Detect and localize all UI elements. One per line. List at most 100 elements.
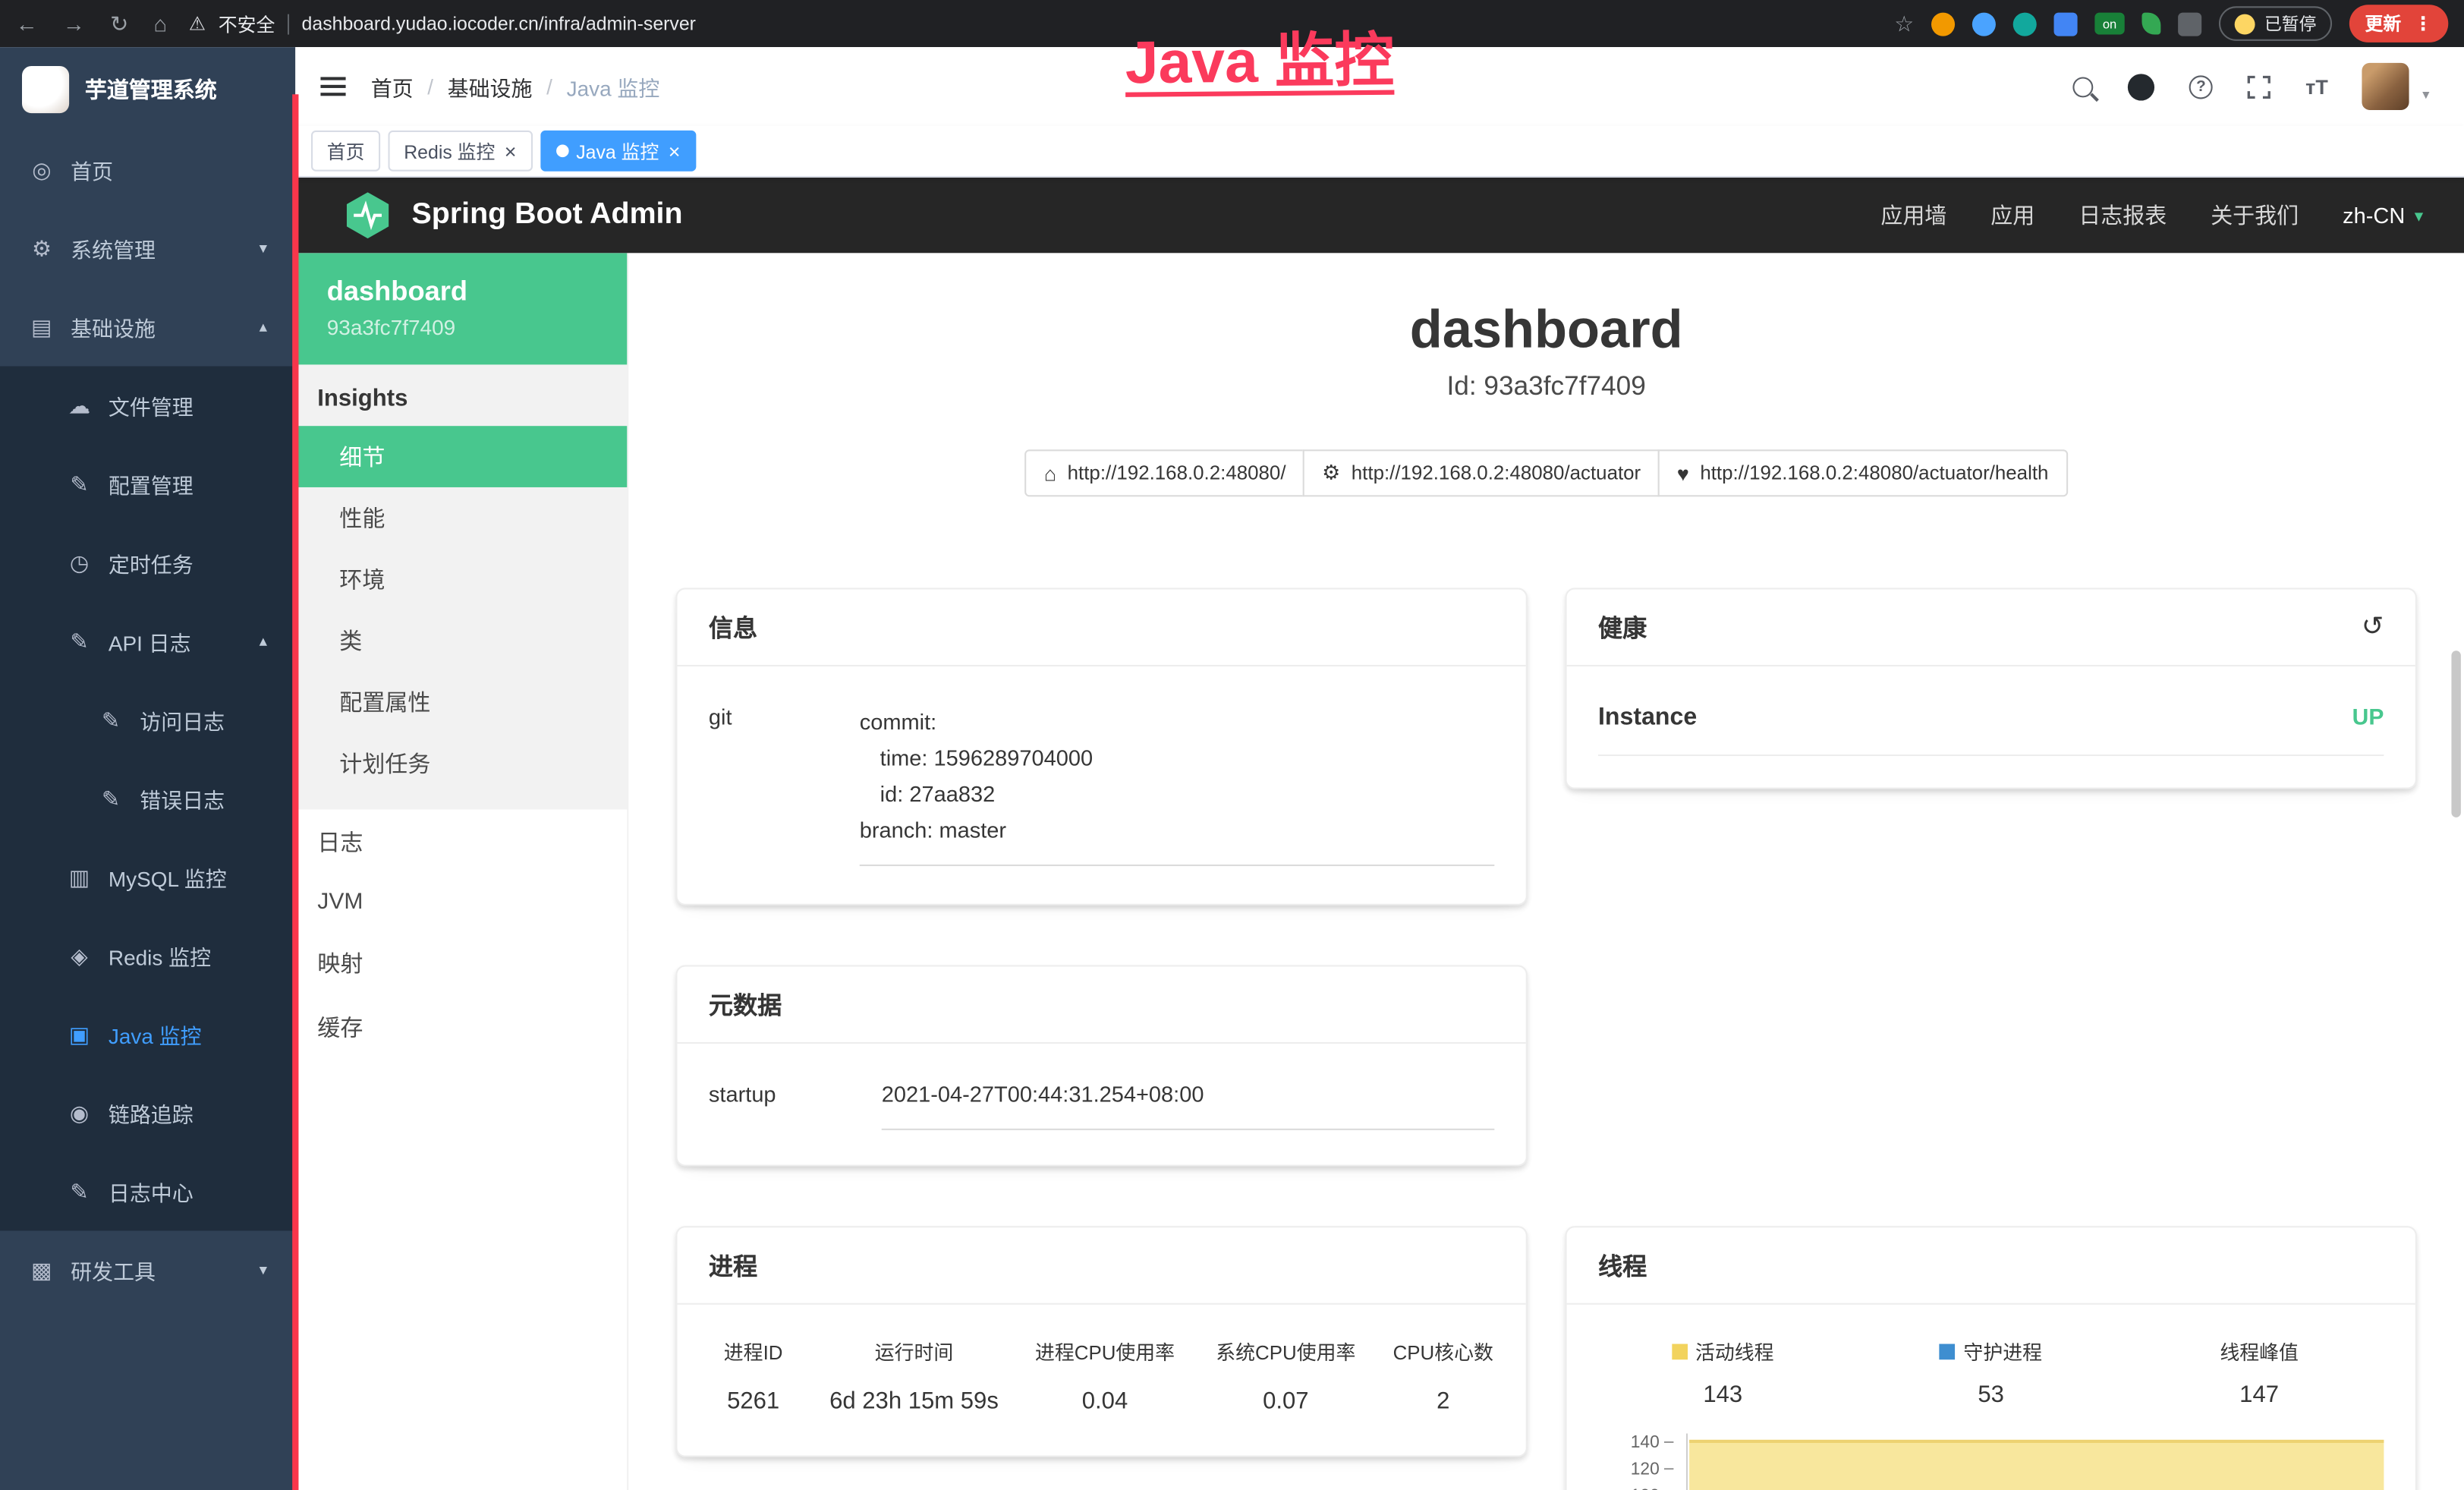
app-title: 芋道管理系统: [85, 73, 217, 104]
extension-puzzle-icon[interactable]: [2178, 12, 2201, 36]
browser-reload-button[interactable]: ↻: [110, 13, 128, 35]
sba-menu-classes[interactable]: 类: [295, 610, 627, 671]
process-col-header: 运行时间: [813, 1336, 1015, 1366]
cloud-icon: ☁: [66, 392, 93, 419]
sidebar-item-log-center[interactable]: ✎ 日志中心: [0, 1152, 295, 1231]
browser-home-button[interactable]: ⌂: [153, 13, 167, 35]
sidebar-item-error-log[interactable]: ✎ 错误日志: [0, 759, 295, 838]
url-text[interactable]: dashboard.yudao.iocoder.cn/infra/admin-s…: [302, 13, 696, 35]
sidebar-item-label: MySQL 监控: [109, 862, 227, 893]
legend-peak-threads: 线程峰值 147: [2125, 1336, 2393, 1408]
sidebar-item-config-manage[interactable]: ✎ 配置管理: [0, 445, 295, 524]
threads-legend: 活动线程 143 守护进程: [1589, 1324, 2393, 1409]
info-line: time: 1596289704000: [860, 740, 1495, 777]
sba-nav-wallboard[interactable]: 应用墙: [1880, 200, 1946, 231]
link-health-url[interactable]: ♥ http://192.168.0.2:48080/actuator/heal…: [1658, 449, 2067, 496]
security-label[interactable]: 不安全: [219, 10, 275, 36]
link-actuator-url[interactable]: ⚙ http://192.168.0.2:48080/actuator: [1303, 449, 1660, 496]
sba-nav-journal[interactable]: 日志报表: [2079, 200, 2167, 231]
edit-icon: ✎: [66, 471, 93, 497]
browser-toolbar-right: ☆ on 已暂停 更新 ⋮: [1894, 5, 2448, 43]
search-icon[interactable]: [2073, 76, 2094, 96]
y-axis-line: [1686, 1434, 1688, 1490]
sba-menu-caches[interactable]: 缓存: [295, 995, 627, 1060]
sidebar-item-redis-monitor[interactable]: ◈ Redis 监控: [0, 916, 295, 995]
font-size-icon[interactable]: тT: [2305, 74, 2328, 98]
info-key: git: [709, 704, 860, 866]
legend-value: 143: [1589, 1381, 1857, 1408]
sba-nav-applications[interactable]: 应用: [1990, 200, 2034, 231]
sba-menu-mappings[interactable]: 映射: [295, 931, 627, 995]
info-line: branch: master: [860, 813, 1495, 849]
sba-menu-configprops[interactable]: 配置属性: [295, 671, 627, 732]
address-bar[interactable]: ⚠ 不安全 dashboard.yudao.iocoder.cn/infra/a…: [189, 10, 696, 36]
extension-icon-leaf[interactable]: [2142, 13, 2161, 35]
breadcrumb-infra[interactable]: 基础设施: [448, 71, 533, 102]
sba-brand-title[interactable]: Spring Boot Admin: [412, 198, 683, 233]
sba-menu-details[interactable]: 细节: [295, 426, 627, 487]
sba-main: dashboard Id: 93a3fc7f7409 ⌂ http://192.…: [628, 253, 2464, 1490]
app-logo[interactable]: 芋道管理系统: [0, 47, 295, 131]
health-card-body: Instance UP: [1567, 666, 2415, 787]
tab-redis-monitor[interactable]: Redis 监控 ×: [389, 131, 533, 172]
sidebar-item-label: 文件管理: [109, 390, 194, 421]
user-avatar[interactable]: [2362, 63, 2409, 110]
sba-menu-jvm[interactable]: JVM: [295, 874, 627, 931]
sba-menu-metrics[interactable]: 性能: [295, 487, 627, 549]
sidebar-item-tracing[interactable]: ◉ 链路追踪: [0, 1073, 295, 1152]
extension-icon-on-badge[interactable]: on: [2094, 13, 2124, 35]
sba-menu-scheduledtasks[interactable]: 计划任务: [295, 732, 627, 794]
close-icon[interactable]: ×: [669, 140, 681, 161]
sidebar-item-system[interactable]: ⚙ 系统管理 ▾: [0, 209, 295, 288]
tab-label: Redis 监控: [404, 137, 495, 164]
y-axis-tick: 100: [1611, 1487, 1674, 1490]
extension-icon-blue-grid[interactable]: [2054, 12, 2078, 36]
scrollbar[interactable]: [2451, 650, 2460, 817]
sba-menu-logs[interactable]: 日志: [295, 809, 627, 874]
breadcrumb-home[interactable]: 首页: [371, 71, 414, 102]
tab-java-monitor[interactable]: Java 监控 ×: [540, 131, 697, 172]
sba-nav: 应用墙 应用 日志报表 关于我们 zh-CN ▾: [1880, 200, 2423, 231]
browser-forward-button[interactable]: →: [63, 13, 85, 35]
sba-locale-select[interactable]: zh-CN ▾: [2343, 203, 2423, 228]
instance-id: Id: 93a3fc7f7409: [675, 371, 2416, 402]
sba-instance-header[interactable]: dashboard 93a3fc7f7409: [295, 253, 627, 364]
link-label: http://192.168.0.2:48080/actuator: [1352, 462, 1641, 484]
info-card-header: 信息: [678, 590, 1526, 666]
sidebar-item-home[interactable]: ◎ 首页: [0, 131, 295, 209]
extension-icon-blue-drop[interactable]: [1972, 12, 1996, 36]
process-uptime: 6d 23h 15m 59s: [813, 1388, 1015, 1415]
sidebar-item-mysql-monitor[interactable]: ▥ MySQL 监控: [0, 838, 295, 917]
hamburger-icon[interactable]: [320, 77, 345, 96]
sidebar-item-label: 系统管理: [71, 232, 156, 263]
browser-back-button[interactable]: ←: [16, 13, 38, 35]
sidebar-item-label: API 日志: [109, 625, 191, 657]
sidebar-item-dev-tools[interactable]: ▩ 研发工具 ▾: [0, 1230, 295, 1309]
extension-icon-teal[interactable]: [2013, 12, 2037, 36]
history-icon[interactable]: ↺: [2362, 612, 2384, 643]
browser-update-button[interactable]: 更新 ⋮: [2349, 5, 2448, 43]
fullscreen-icon[interactable]: [2248, 74, 2271, 98]
sidebar-item-java-monitor[interactable]: ▣ Java 监控: [0, 995, 295, 1074]
menu-dots-icon[interactable]: ⋮: [2414, 13, 2433, 35]
sidebar-item-file-manage[interactable]: ☁ 文件管理: [0, 366, 295, 445]
sidebar-item-api-log[interactable]: ✎ API 日志 ▴: [0, 602, 295, 681]
link-base-url[interactable]: ⌂ http://192.168.0.2:48080/: [1025, 449, 1304, 496]
sidebar-item-infra[interactable]: ▤ 基础设施 ▴: [0, 288, 295, 367]
github-icon[interactable]: [2128, 73, 2154, 99]
sidebar-item-access-log[interactable]: ✎ 访问日志: [0, 681, 295, 760]
help-icon[interactable]: [2189, 74, 2213, 98]
link-label: http://192.168.0.2:48080/: [1068, 462, 1286, 484]
annotation-line: [292, 94, 298, 1490]
sidebar-submenu-infra: ☁ 文件管理 ✎ 配置管理 ◷ 定时任务 ✎ API 日志 ▴ ✎: [0, 366, 295, 1230]
bookmark-star-icon[interactable]: ☆: [1894, 10, 1914, 36]
sidebar-item-scheduled-jobs[interactable]: ◷ 定时任务: [0, 524, 295, 603]
tab-home[interactable]: 首页: [311, 131, 380, 172]
close-icon[interactable]: ×: [505, 140, 517, 161]
sba-menu-environment[interactable]: 环境: [295, 549, 627, 610]
sba-instance-id: 93a3fc7f7409: [327, 316, 596, 339]
sba-nav-about[interactable]: 关于我们: [2211, 200, 2299, 231]
cpu-cores: 2: [1377, 1388, 1511, 1415]
paused-badge[interactable]: 已暂停: [2219, 6, 2332, 41]
extension-icon-orange[interactable]: [1931, 12, 1955, 36]
